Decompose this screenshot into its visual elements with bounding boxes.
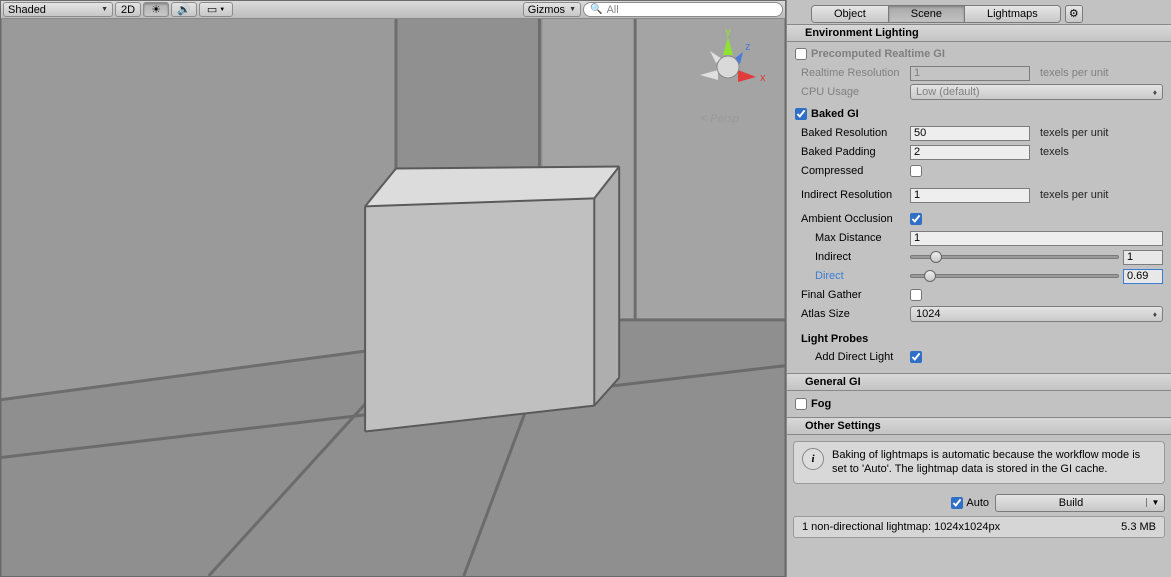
- baked-resolution-input[interactable]: [910, 126, 1030, 141]
- hierarchy-search-input[interactable]: 🔍 All: [583, 2, 783, 17]
- add-direct-light-checkbox[interactable]: [910, 351, 922, 363]
- direct-value-input[interactable]: [1123, 269, 1163, 284]
- environment-lighting-header[interactable]: Environment Lighting: [787, 24, 1171, 42]
- final-gather-checkbox[interactable]: [910, 289, 922, 301]
- light-probes-header: Light Probes: [795, 331, 1163, 347]
- chevron-down-icon[interactable]: ▼: [1146, 498, 1164, 507]
- fog-label: Fog: [811, 398, 831, 410]
- chevron-down-icon: ▼: [219, 7, 225, 13]
- render-mode-dropdown[interactable]: Shaded ▼: [3, 2, 113, 17]
- realtime-resolution-label: Realtime Resolution: [795, 67, 910, 79]
- stats-size: 5.3 MB: [1121, 521, 1156, 533]
- general-gi-header[interactable]: General GI: [787, 373, 1171, 391]
- add-direct-light-label: Add Direct Light: [795, 351, 910, 363]
- scene-viewport[interactable]: Shaded ▼ 2D ☀ 🔊 ▭▼ Gizmos▼ 🔍 All: [0, 0, 786, 577]
- direct-label: Direct: [795, 270, 910, 282]
- ambient-occlusion-label: Ambient Occlusion: [795, 213, 910, 225]
- auto-label: Auto: [966, 497, 989, 509]
- scene-3d-render[interactable]: [1, 19, 785, 576]
- audio-toggle-button[interactable]: 🔊: [171, 2, 197, 17]
- max-distance-label: Max Distance: [795, 232, 910, 244]
- lightmap-stats: 1 non-directional lightmap: 1024x1024px …: [793, 516, 1165, 538]
- projection-label[interactable]: Persp: [701, 113, 739, 125]
- indirect-value-input[interactable]: [1123, 250, 1163, 265]
- max-distance-input[interactable]: [910, 231, 1163, 246]
- lighting-toggle-button[interactable]: ☀: [143, 2, 169, 17]
- atlas-size-dropdown[interactable]: 1024♦: [910, 306, 1163, 322]
- inspector-tabs: Object Scene Lightmaps ⚙: [787, 0, 1171, 24]
- settings-button[interactable]: ⚙: [1065, 5, 1083, 23]
- realtime-resolution-input: [910, 66, 1030, 81]
- precomputed-gi-checkbox[interactable]: [795, 48, 807, 60]
- gear-icon: ⚙: [1069, 7, 1079, 20]
- indirect-label: Indirect: [795, 251, 910, 263]
- auto-checkbox[interactable]: [951, 497, 963, 509]
- info-icon: i: [802, 448, 824, 470]
- 2d-toggle-button[interactable]: 2D: [115, 2, 141, 17]
- effects-toggle-button[interactable]: ▭▼: [199, 2, 233, 17]
- ambient-occlusion-checkbox[interactable]: [910, 213, 922, 225]
- chevron-updown-icon: ♦: [1153, 88, 1157, 97]
- indirect-slider[interactable]: [910, 255, 1119, 259]
- baked-gi-label: Baked GI: [811, 108, 859, 120]
- build-row: Auto Build ▼: [787, 490, 1171, 516]
- baked-padding-input[interactable]: [910, 145, 1030, 160]
- final-gather-label: Final Gather: [795, 289, 910, 301]
- tab-lightmaps[interactable]: Lightmaps: [965, 6, 1060, 22]
- axis-z-label: z: [745, 41, 751, 53]
- orientation-gizmo[interactable]: y x z: [683, 19, 773, 109]
- baked-resolution-label: Baked Resolution: [795, 127, 910, 139]
- precomputed-gi-label: Precomputed Realtime GI: [811, 48, 945, 60]
- baked-padding-label: Baked Padding: [795, 146, 910, 158]
- tab-scene[interactable]: Scene: [889, 6, 965, 22]
- indirect-resolution-input[interactable]: [910, 188, 1030, 203]
- info-message: i Baking of lightmaps is automatic becau…: [793, 441, 1165, 484]
- gizmos-dropdown[interactable]: Gizmos▼: [523, 2, 581, 17]
- direct-slider[interactable]: [910, 274, 1119, 278]
- sun-icon: ☀: [151, 3, 161, 16]
- compressed-checkbox[interactable]: [910, 165, 922, 177]
- viewport-toolbar: Shaded ▼ 2D ☀ 🔊 ▭▼ Gizmos▼ 🔍 All: [1, 1, 785, 19]
- search-icon: 🔍: [590, 4, 602, 15]
- indirect-resolution-label: Indirect Resolution: [795, 189, 910, 201]
- other-settings-header[interactable]: Other Settings: [787, 417, 1171, 435]
- atlas-size-label: Atlas Size: [795, 308, 910, 320]
- cpu-usage-label: CPU Usage: [795, 86, 910, 98]
- build-button[interactable]: Build ▼: [995, 494, 1165, 512]
- baked-gi-checkbox[interactable]: [795, 108, 807, 120]
- axis-x-label: x: [760, 72, 766, 84]
- lighting-inspector: Object Scene Lightmaps ⚙ Environment Lig…: [786, 0, 1171, 577]
- cpu-usage-dropdown: Low (default)♦: [910, 84, 1163, 100]
- chevron-down-icon: ▼: [101, 6, 108, 13]
- chevron-updown-icon: ♦: [1153, 310, 1157, 319]
- render-mode-label: Shaded: [8, 4, 46, 16]
- stats-text: 1 non-directional lightmap: 1024x1024px: [802, 521, 1000, 533]
- axis-y-label: y: [725, 26, 731, 38]
- tab-object[interactable]: Object: [812, 6, 889, 22]
- fog-checkbox[interactable]: [795, 398, 807, 410]
- compressed-label: Compressed: [795, 165, 910, 177]
- chevron-down-icon: ▼: [569, 6, 576, 13]
- speaker-icon: 🔊: [177, 3, 191, 16]
- image-icon: ▭: [207, 3, 217, 16]
- info-text: Baking of lightmaps is automatic because…: [832, 448, 1156, 477]
